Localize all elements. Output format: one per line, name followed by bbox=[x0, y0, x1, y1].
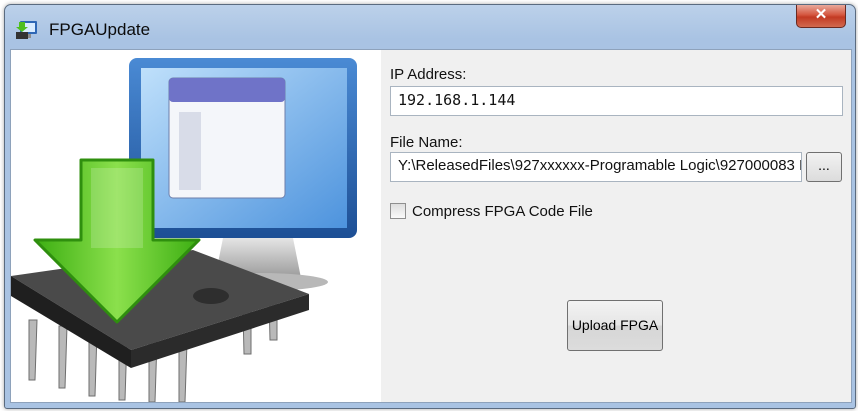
browse-button[interactable]: ... bbox=[806, 152, 842, 182]
file-name-label: File Name: bbox=[390, 134, 463, 151]
window-title: FPGAUpdate bbox=[49, 20, 151, 39]
monitor-app-icon bbox=[16, 21, 37, 39]
title-bar[interactable]: FPGAUpdate ✕ bbox=[5, 5, 855, 55]
ip-address-label: IP Address: bbox=[390, 66, 467, 83]
file-name-input[interactable]: Y:\ReleasedFiles\927xxxxxx-Programable L… bbox=[390, 152, 802, 182]
ip-address-input[interactable]: 192.168.1.144 bbox=[390, 86, 843, 116]
upload-fpga-button[interactable]: Upload FPGA bbox=[567, 300, 663, 351]
close-icon: ✕ bbox=[814, 6, 828, 23]
dialog-body: IP Address: 192.168.1.144 File Name: Y:\… bbox=[10, 49, 852, 403]
compress-label[interactable]: Compress FPGA Code File bbox=[412, 203, 593, 220]
compress-checkbox[interactable] bbox=[390, 203, 406, 219]
fpgaupdate-window: FPGAUpdate ✕ IP Address: 192.168.1.144 F… bbox=[4, 4, 856, 409]
fpga-download-illustration-icon bbox=[11, 58, 357, 403]
illustration-panel bbox=[11, 50, 381, 403]
close-button[interactable]: ✕ bbox=[796, 5, 846, 28]
